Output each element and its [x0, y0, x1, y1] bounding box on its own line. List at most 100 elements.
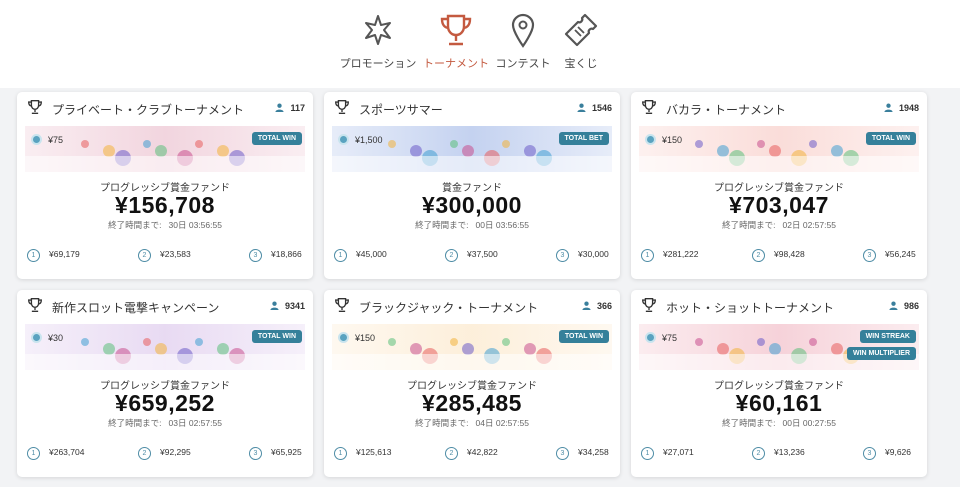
time-remaining-value: 30日 03:56:55	[168, 220, 222, 230]
trophy-icon	[642, 298, 656, 312]
rank-badge: 3	[249, 249, 262, 262]
nav-label: プロモーション	[339, 58, 417, 70]
prize-fund-amount: ¥703,047	[729, 192, 829, 218]
prize-rank-2: 2 ¥42,822	[445, 447, 498, 460]
user-icon	[889, 301, 898, 310]
player-count-value: 986	[903, 301, 919, 311]
prize-rank-2: 2 ¥37,500	[445, 249, 498, 262]
coin-icon	[31, 332, 42, 343]
time-remaining-value: 02日 02:57:55	[782, 220, 836, 230]
time-remaining-value: 04日 02:57:55	[475, 418, 529, 428]
prize-value: ¥65,925	[271, 447, 302, 457]
prize-rank-1: 1 ¥263,704	[27, 447, 84, 460]
tournament-title: ブラックジャック・トーナメント	[359, 301, 539, 315]
prize-rank-2: 2 ¥23,583	[138, 249, 191, 262]
trophy-icon	[335, 298, 349, 312]
tournament-type-badge: WIN STREAK	[859, 330, 916, 343]
time-remaining-label: 終了時間まで:	[722, 220, 776, 230]
coin-icon	[645, 134, 656, 145]
rank-badge: 1	[641, 447, 654, 460]
player-count-value: 117	[290, 103, 305, 113]
tournament-type-badge: TOTAL WIN	[251, 132, 302, 145]
prize-value: ¥281,222	[663, 249, 699, 259]
user-icon	[270, 301, 279, 310]
tournament-title: 新作スロット電撃キャンペーン	[52, 301, 220, 315]
rank-badge: 1	[334, 249, 347, 262]
rank-badge: 3	[556, 249, 569, 262]
user-icon	[582, 301, 591, 310]
prize-fund-amount: ¥285,485	[422, 390, 522, 416]
time-remaining-value: 03日 02:57:55	[168, 418, 222, 428]
prize-value: ¥23,583	[160, 249, 191, 259]
tournament-title: スポーツサマー	[359, 103, 443, 117]
player-count: 1546	[577, 103, 612, 113]
nav-lottery[interactable]: 宝くじ	[536, 10, 626, 71]
min-stake: ¥150	[338, 332, 375, 343]
tournament-card[interactable]: プライベート・クラブトーナメント 117 ¥75 TOTAL WIN プログレッ…	[17, 92, 313, 279]
time-remaining: 終了時間まで: 02日 02:57:55	[631, 219, 927, 231]
ticket-icon	[564, 13, 598, 47]
nav-promotions[interactable]: プロモーション	[333, 10, 423, 71]
tournament-type-badge: TOTAL WIN	[558, 330, 609, 343]
player-count: 1948	[884, 103, 919, 113]
rank-badge: 2	[445, 249, 458, 262]
time-remaining-label: 終了時間まで:	[415, 418, 469, 428]
prize-rank-3: 3 ¥30,000	[556, 249, 609, 262]
prize-fund-amount: ¥300,000	[422, 192, 522, 218]
tournament-card[interactable]: スポーツサマー 1546 ¥1,500 TOTAL BET 賞金ファンド ¥30…	[324, 92, 620, 279]
time-remaining-label: 終了時間まで:	[722, 418, 776, 428]
min-stake-value: ¥150	[662, 135, 683, 145]
prize-value: ¥34,258	[578, 447, 609, 457]
min-stake-value: ¥75	[48, 135, 64, 145]
time-remaining: 終了時間まで: 04日 02:57:55	[324, 417, 620, 429]
prize-value: ¥30,000	[578, 249, 609, 259]
category-nav: プロモーション トーナメント コンテスト 宝くじ	[0, 0, 960, 88]
trophy-icon	[28, 298, 42, 312]
prize-fund-amount: ¥659,252	[115, 390, 215, 416]
prize-value: ¥9,626	[885, 447, 911, 457]
coin-icon	[338, 332, 349, 343]
prize-rank-1: 1 ¥45,000	[334, 249, 387, 262]
tournament-card[interactable]: 新作スロット電撃キャンペーン 9341 ¥30 TOTAL WIN プログレッシ…	[17, 290, 313, 477]
min-stake: ¥75	[31, 134, 63, 145]
tournament-card[interactable]: バカラ・トーナメント 1948 ¥150 TOTAL WIN プログレッシブ賞金…	[631, 92, 927, 279]
time-remaining-value: 00日 03:56:55	[475, 220, 529, 230]
prize-rank-2: 2 ¥98,428	[752, 249, 805, 262]
tournament-card[interactable]: ホット・ショットトーナメント 986 ¥75 WIN STREAK WIN MUL…	[631, 290, 927, 477]
user-icon	[275, 103, 285, 112]
time-remaining-value: 00日 00:27:55	[782, 418, 836, 428]
tournament-title: プライベート・クラブトーナメント	[52, 103, 245, 117]
rank-badge: 3	[863, 447, 876, 460]
prize-rank-3: 3 ¥56,245	[863, 249, 916, 262]
rank-badge: 3	[249, 447, 262, 460]
player-count: 9341	[270, 301, 305, 311]
min-stake-value: ¥30	[48, 333, 64, 343]
rank-badge: 2	[752, 249, 765, 262]
tournament-type-badge: TOTAL BET	[558, 132, 609, 145]
nav-label: 宝くじ	[564, 58, 598, 70]
sparkle-icon	[365, 15, 391, 45]
tournament-card[interactable]: ブラックジャック・トーナメント 366 ¥150 TOTAL WIN プログレッ…	[324, 290, 620, 477]
coin-icon	[338, 134, 349, 145]
rank-badge: 3	[556, 447, 569, 460]
time-remaining: 終了時間まで: 03日 02:57:55	[17, 417, 313, 429]
prize-rank-3: 3 ¥65,925	[249, 447, 302, 460]
rank-badge: 1	[27, 447, 40, 460]
tournament-type-badge: TOTAL WIN	[251, 330, 302, 343]
min-stake-value: ¥1,500	[355, 135, 383, 145]
player-count-value: 1546	[591, 103, 612, 113]
min-stake: ¥150	[645, 134, 682, 145]
player-count: 366	[582, 301, 612, 311]
prize-rank-1: 1 ¥27,071	[641, 447, 694, 460]
prize-value: ¥27,071	[663, 447, 694, 457]
min-stake: ¥1,500	[338, 134, 383, 145]
player-count-value: 1948	[898, 103, 919, 113]
prize-rank-3: 3 ¥18,866	[249, 249, 302, 262]
rank-badge: 2	[138, 249, 151, 262]
prize-value: ¥42,822	[467, 447, 498, 457]
time-remaining: 終了時間まで: 30日 03:56:55	[17, 219, 313, 231]
rank-badge: 1	[334, 447, 347, 460]
player-count-value: 9341	[284, 301, 305, 311]
user-icon	[884, 103, 893, 112]
rank-badge: 2	[752, 447, 765, 460]
